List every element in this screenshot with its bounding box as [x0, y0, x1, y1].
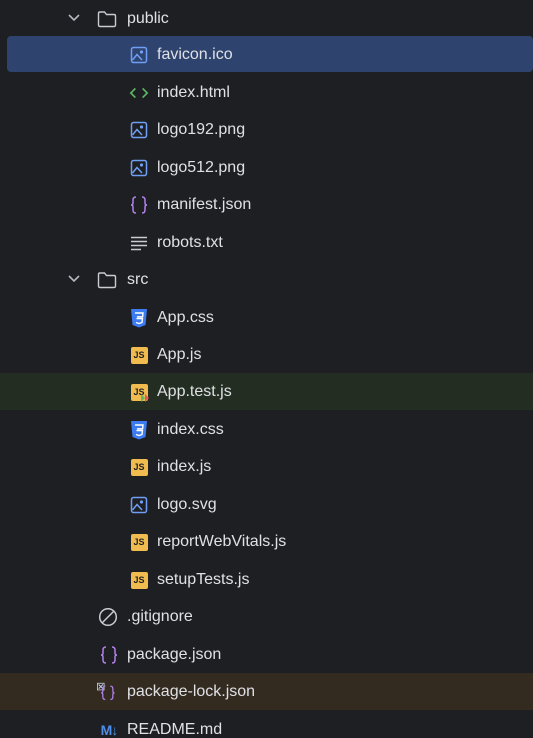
tree-item-label: manifest.json [157, 196, 252, 213]
js-badge-text: JS [130, 458, 148, 476]
tree-file-gitignore[interactable]: .gitignore [0, 598, 533, 635]
json-braces-icon [129, 195, 149, 215]
tree-item-label: logo.svg [157, 496, 217, 513]
chevron-down-icon[interactable] [66, 271, 82, 287]
project-file-tree: public favicon.ico index.html logo192.pn… [0, 0, 533, 738]
json-locked-icon [97, 682, 117, 702]
tree-folder-public[interactable]: public [0, 0, 533, 37]
tree-file-favicon[interactable]: favicon.ico [7, 36, 533, 72]
js-badge-icon: JS [129, 457, 149, 477]
tree-item-label: package.json [127, 646, 222, 663]
tree-file-setup-tests[interactable]: JS setupTests.js [0, 561, 533, 598]
tree-item-label: setupTests.js [157, 571, 250, 588]
tree-item-label: public [127, 10, 169, 27]
js-badge-icon: JS [129, 345, 149, 365]
tree-item-label: robots.txt [157, 234, 223, 251]
tree-item-label: index.css [157, 421, 224, 438]
image-file-icon [129, 495, 149, 515]
tree-file-logo-svg[interactable]: logo.svg [0, 486, 533, 523]
folder-icon [97, 270, 117, 290]
tree-file-logo512[interactable]: logo512.png [0, 149, 533, 186]
tree-item-label: favicon.ico [157, 46, 233, 63]
tree-item-label: src [127, 271, 149, 288]
css-shield-icon [129, 308, 149, 328]
image-file-icon [129, 158, 149, 178]
tree-item-label: App.css [157, 309, 214, 326]
tree-item-label: App.test.js [157, 383, 232, 400]
tree-item-label: logo512.png [157, 159, 246, 176]
tree-file-index-js[interactable]: JS index.js [0, 448, 533, 485]
tree-file-readme[interactable]: M↓ README.md [0, 711, 533, 738]
js-badge-icon: JS [129, 570, 149, 590]
tree-file-index-css[interactable]: index.css [0, 411, 533, 448]
tree-item-label: package-lock.json [127, 683, 256, 700]
tree-folder-src[interactable]: src [0, 261, 533, 298]
tree-file-robots[interactable]: robots.txt [0, 224, 533, 261]
tree-file-package-json[interactable]: package.json [0, 636, 533, 673]
tree-file-app-test-js[interactable]: JS App.test.js [0, 373, 533, 410]
tree-item-label: index.js [157, 458, 212, 475]
js-badge-icon: JS [129, 532, 149, 552]
image-file-icon [129, 120, 149, 140]
tree-item-label: App.js [157, 346, 202, 363]
text-lines-icon [129, 233, 149, 253]
tree-item-label: README.md [127, 721, 223, 738]
folder-icon [97, 9, 117, 29]
image-file-icon [129, 45, 149, 65]
js-badge-text: JS [130, 533, 148, 551]
chevron-down-icon[interactable] [66, 10, 82, 26]
markdown-icon: M↓ [96, 720, 122, 738]
tree-file-index-html[interactable]: index.html [0, 74, 533, 111]
tree-item-label: .gitignore [127, 608, 193, 625]
tree-file-app-js[interactable]: JS App.js [0, 336, 533, 373]
js-test-badge-icon: JS [129, 382, 149, 402]
tree-file-package-lock[interactable]: package-lock.json [0, 673, 533, 710]
tree-file-manifest[interactable]: manifest.json [0, 186, 533, 223]
tree-item-label: logo192.png [157, 121, 246, 138]
css-shield-icon [129, 420, 149, 440]
js-badge-text: JS [130, 571, 148, 589]
markdown-badge-text: M↓ [100, 722, 119, 738]
tree-file-logo192[interactable]: logo192.png [0, 111, 533, 148]
tree-file-app-css[interactable]: App.css [0, 299, 533, 336]
test-marker-icon [141, 394, 149, 402]
ignore-icon [98, 607, 118, 627]
tree-item-label: reportWebVitals.js [157, 533, 287, 550]
json-braces-icon [99, 645, 119, 665]
tree-file-report-web-vitals[interactable]: JS reportWebVitals.js [0, 523, 533, 560]
html-code-icon [129, 83, 149, 103]
tree-item-label: index.html [157, 84, 230, 101]
js-badge-text: JS [130, 346, 148, 364]
